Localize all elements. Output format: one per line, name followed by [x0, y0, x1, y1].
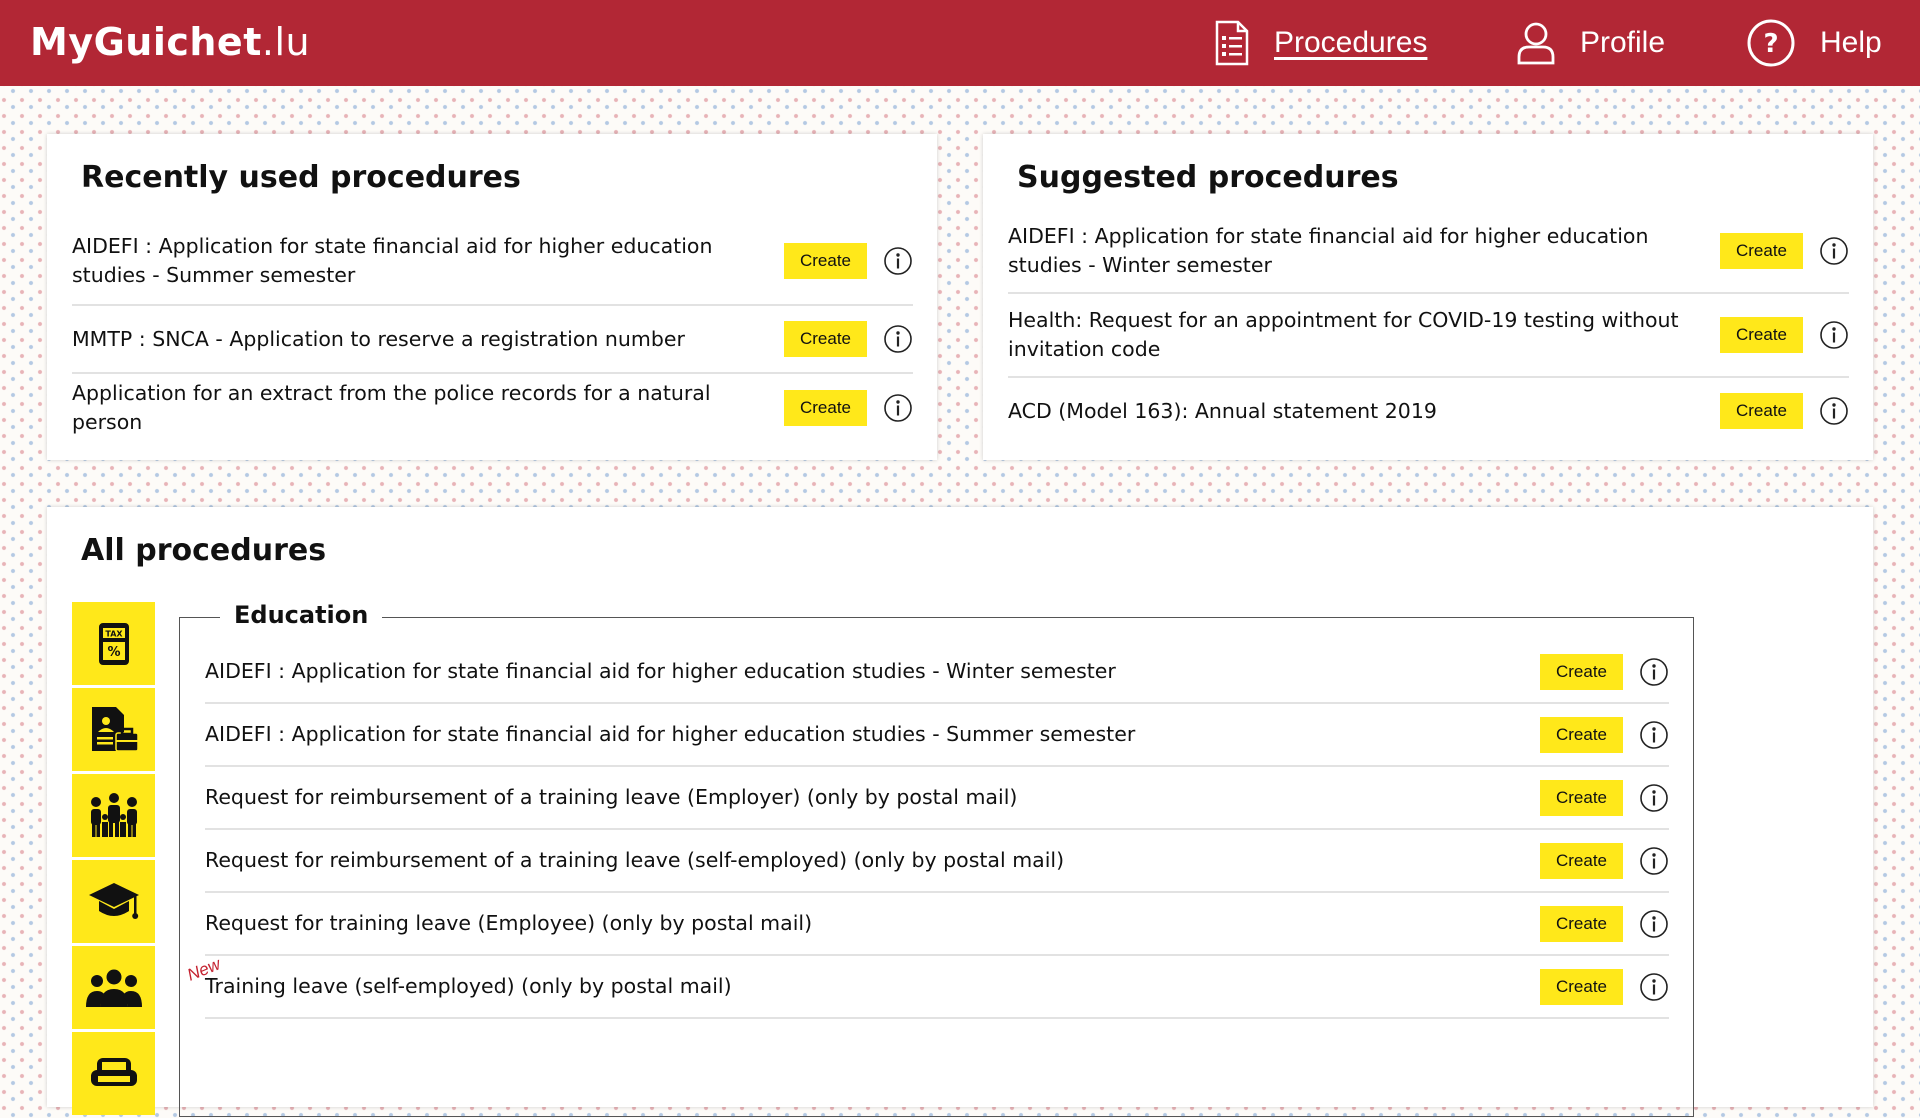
procedure-label: Request for training leave (Employee) (o… [205, 911, 813, 935]
create-button[interactable]: Create [1540, 653, 1623, 690]
nav-help[interactable]: ? Help [1746, 18, 1882, 68]
list-item: MMTP : SNCA - Application to reserve a r… [72, 306, 913, 374]
recent-procedures-card: Recently used procedures AIDEFI : Applic… [47, 134, 937, 460]
category-employment[interactable] [72, 688, 155, 771]
info-icon[interactable] [1639, 720, 1669, 750]
list-item: AIDEFI : Application for state financial… [72, 218, 913, 306]
info-icon[interactable] [883, 246, 913, 276]
logo-main: MyGuichet [30, 20, 262, 64]
create-button[interactable]: Create [784, 390, 867, 426]
list-item: Request for reimbursement of a training … [205, 830, 1669, 893]
procedure-label: Training leave (self-employed) (only by … [205, 974, 732, 998]
info-icon[interactable] [1639, 972, 1669, 1002]
list-item: ACD (Model 163): Annual statement 2019 C… [1008, 378, 1849, 444]
nav-profile[interactable]: Profile [1516, 18, 1665, 68]
nav-procedures[interactable]: Procedures [1214, 18, 1427, 68]
info-icon[interactable] [1819, 320, 1849, 350]
category-taxes[interactable]: TAX % [72, 602, 155, 685]
education-section-title: Education [220, 601, 383, 629]
info-icon[interactable] [1819, 236, 1849, 266]
nav-help-label: Help [1820, 26, 1882, 59]
create-button[interactable]: Create [1540, 842, 1623, 879]
group-people-icon [85, 969, 142, 1007]
category-housing[interactable] [72, 1032, 155, 1115]
create-button[interactable]: Create [1540, 905, 1623, 942]
procedure-label: AIDEFI : Application for state financial… [1008, 224, 1649, 277]
info-icon[interactable] [1639, 783, 1669, 813]
create-button[interactable]: Create [1540, 968, 1623, 1005]
list-item: Health: Request for an appointment for C… [1008, 294, 1849, 378]
procedure-label: ACD (Model 163): Annual statement 2019 [1008, 398, 1437, 423]
create-button[interactable]: Create [1720, 393, 1803, 429]
svg-text:%: % [107, 645, 120, 660]
family-icon [90, 792, 137, 837]
svg-text:?: ? [1763, 29, 1778, 59]
all-procedures-card: All procedures TAX % Education AIDEFI: … [47, 507, 1873, 1117]
list-item: Application for an extract from the poli… [72, 374, 913, 442]
logo-tld: .lu [261, 20, 311, 64]
procedure-label: MMTP : SNCA - Application to reserve a r… [72, 326, 685, 351]
procedure-label: Health: Request for an appointment for C… [1008, 308, 1679, 361]
tax-calculator-icon: TAX % [98, 622, 129, 665]
top-header: MyGuichet.lu Procedures Profile ? Help [0, 0, 1920, 86]
procedure-label: Request for reimbursement of a training … [205, 785, 1018, 809]
nav-profile-label: Profile [1580, 26, 1666, 59]
employment-document-icon [91, 706, 139, 752]
create-button[interactable]: Create [1540, 779, 1623, 816]
create-button[interactable]: Create [784, 243, 867, 279]
recent-procedures-list: AIDEFI : Application for state financial… [72, 218, 913, 442]
category-rail: TAX % [72, 602, 155, 1118]
procedure-label: Application for an extract from the poli… [72, 381, 711, 434]
list-item: AIDEFI : Application for state financial… [205, 704, 1669, 767]
info-icon[interactable] [883, 324, 913, 354]
list-item: AIDEFI : Application for state financial… [205, 641, 1669, 704]
suggested-procedures-card: Suggested procedures AIDEFI : Applicatio… [983, 134, 1873, 460]
education-procedures-list: AIDEFI : Application for state financial… [184, 641, 1669, 1019]
list-item: Request for reimbursement of a training … [205, 767, 1669, 830]
suggested-procedures-title: Suggested procedures [1017, 160, 1399, 195]
category-citizenship[interactable] [72, 946, 155, 1029]
user-icon [1517, 22, 1555, 65]
procedure-label: Request for reimbursement of a training … [205, 848, 1065, 872]
create-button[interactable]: Create [1540, 716, 1623, 753]
create-button[interactable]: Create [1720, 317, 1803, 353]
create-button[interactable]: Create [784, 321, 867, 357]
help-question-icon: ? [1747, 19, 1795, 67]
procedure-label: AIDEFI : Application for state financial… [205, 722, 1136, 746]
graduation-cap-icon [88, 882, 139, 919]
list-item: New Training leave (self-employed) (only… [184, 954, 1669, 1019]
info-icon[interactable] [1639, 846, 1669, 876]
category-family[interactable] [72, 774, 155, 857]
category-education[interactable] [72, 860, 155, 943]
info-icon[interactable] [1819, 396, 1849, 426]
list-item: Request for training leave (Employee) (o… [205, 893, 1669, 956]
recent-procedures-title: Recently used procedures [81, 160, 521, 195]
procedures-document-icon [1215, 20, 1249, 66]
svg-text:TAX: TAX [105, 629, 123, 638]
nav-procedures-label: Procedures [1274, 26, 1428, 59]
all-procedures-title: All procedures [81, 533, 327, 568]
site-logo[interactable]: MyGuichet.lu [30, 20, 310, 64]
suggested-procedures-list: AIDEFI : Application for state financial… [1008, 210, 1849, 444]
procedure-label: AIDEFI : Application for state financial… [205, 659, 1116, 683]
info-icon[interactable] [1639, 657, 1669, 687]
info-icon[interactable] [883, 393, 913, 423]
sofa-icon [90, 1057, 137, 1086]
procedure-label: AIDEFI : Application for state financial… [72, 234, 713, 287]
info-icon[interactable] [1639, 909, 1669, 939]
education-section: Education AIDEFI : Application for state… [179, 601, 1694, 1117]
create-button[interactable]: Create [1720, 233, 1803, 269]
list-item: AIDEFI : Application for state financial… [1008, 210, 1849, 294]
